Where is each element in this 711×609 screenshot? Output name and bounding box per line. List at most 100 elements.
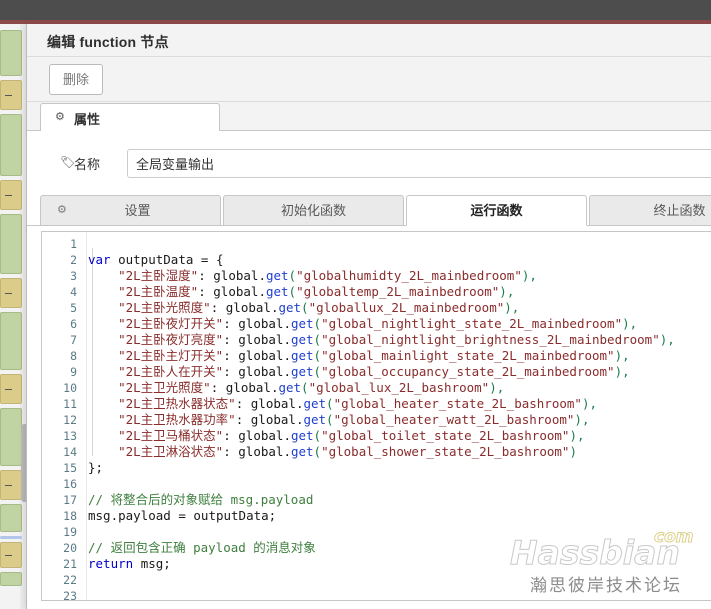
- line-number: 4: [70, 285, 77, 299]
- line-number: 7: [70, 333, 77, 347]
- code-line: var outputData = {: [88, 252, 224, 268]
- line-number: 6: [70, 317, 77, 331]
- dialog-body: 🏷 名称 ⚙ 设置 初始化函数 运行函数 终止函数: [27, 131, 711, 609]
- code-token: "2L主卧人在开关": [118, 364, 224, 379]
- code-token: (: [313, 332, 322, 347]
- code-token: "global_occupancy_state_2L_mainbedroom": [321, 364, 615, 379]
- code-line: };: [88, 460, 103, 476]
- code-token: :: [223, 348, 239, 363]
- code-line: "2L主卫热水器功率": global.get("global_heater_w…: [88, 412, 589, 428]
- code-token: ): [569, 428, 577, 443]
- code-line: "2L主卧温度": global.get("globaltemp_2L_main…: [88, 284, 514, 300]
- code-token: get: [303, 396, 327, 411]
- subtab-finalize-function[interactable]: 终止函数: [589, 195, 711, 226]
- flow-node[interactable]: [0, 114, 22, 176]
- code-token: outputData;: [193, 508, 277, 523]
- code-token: "2L主卫淋浴状态": [118, 444, 224, 459]
- line-number: 11: [63, 397, 77, 411]
- code-token: (: [288, 284, 297, 299]
- flow-node[interactable]: [0, 180, 22, 210]
- subtab-settings-label: 设置: [124, 203, 151, 218]
- code-line: "2L主卧夜灯开关": global.get("global_nightligh…: [88, 316, 637, 332]
- subtab-init-function[interactable]: 初始化函数: [223, 195, 404, 226]
- code-token: ,: [576, 428, 585, 443]
- code-token: "2L主卫热水器状态": [118, 396, 236, 411]
- code-line: "2L主卧人在开关": global.get("global_occupancy…: [88, 364, 630, 380]
- code-token: ,: [667, 332, 675, 347]
- flow-node[interactable]: [0, 278, 22, 308]
- code-token: payload: [118, 508, 179, 523]
- code-token: :: [223, 332, 239, 347]
- flow-node[interactable]: [0, 214, 22, 274]
- code-token: "2L主卧湿度": [118, 268, 199, 283]
- line-number: 3: [70, 269, 77, 283]
- code-token: .: [283, 444, 291, 459]
- flow-node[interactable]: [0, 408, 22, 466]
- code-token: get: [290, 348, 314, 363]
- code-token: global: [238, 332, 284, 347]
- delete-button[interactable]: 删除: [49, 64, 103, 95]
- code-token: (: [326, 396, 334, 411]
- editor-code-area[interactable]: var outputData = { "2L主卧湿度": global.get(…: [88, 232, 711, 600]
- flow-node[interactable]: [0, 374, 22, 404]
- line-number: 13: [63, 429, 77, 443]
- code-token: get: [265, 284, 289, 299]
- code-token: =: [200, 252, 216, 267]
- code-token: global: [238, 364, 284, 379]
- code-token: :: [235, 412, 251, 427]
- code-token: .: [283, 364, 291, 379]
- node-name-input[interactable]: [127, 149, 711, 178]
- code-line: "2L主卫马桶状态": global.get("global_toilet_st…: [88, 428, 585, 444]
- code-token: get: [290, 332, 314, 347]
- flow-node[interactable]: [0, 470, 22, 500]
- flow-node[interactable]: [0, 30, 22, 76]
- code-token: global: [250, 412, 296, 427]
- code-token: // 返回包含正确 payload 的消息对象: [88, 540, 316, 555]
- code-token: global: [213, 284, 259, 299]
- code-token: ,: [506, 284, 515, 299]
- line-number: 20: [63, 541, 77, 555]
- line-number: 23: [63, 589, 77, 601]
- line-number: 8: [70, 349, 77, 363]
- flow-node[interactable]: [0, 572, 22, 586]
- code-token: "globaltemp_2L_mainbedroom": [296, 284, 500, 299]
- tab-properties[interactable]: ⚙ 属性: [40, 103, 220, 132]
- code-token: .: [283, 332, 291, 347]
- line-number: 19: [63, 525, 77, 539]
- line-number: 17: [63, 493, 77, 507]
- tag-icon: 🏷: [60, 155, 76, 169]
- code-line: "2L主卫光照度": global.get("global_lux_2L_bas…: [88, 380, 504, 396]
- code-token: ,: [622, 348, 630, 363]
- flow-node[interactable]: [0, 504, 22, 532]
- code-line: "2L主卫热水器状态": global.get("global_heater_s…: [88, 396, 597, 412]
- line-number: 12: [63, 413, 77, 427]
- code-token: get: [290, 316, 314, 331]
- code-token: get: [265, 268, 289, 283]
- code-token: get: [290, 364, 314, 379]
- subtab-finalize-function-label: 终止函数: [653, 203, 706, 218]
- code-token: ): [489, 380, 497, 395]
- line-number: 10: [63, 381, 77, 395]
- flow-canvas-background[interactable]: [0, 24, 26, 609]
- flow-node[interactable]: [0, 542, 22, 568]
- code-token: :: [198, 284, 214, 299]
- code-token: :: [210, 300, 226, 315]
- code-token: msg;: [140, 556, 171, 571]
- code-editor[interactable]: 1 2 3 4 5 6 7 8 9 10 11 12 13 14 15 16 17 18 19 20 21 22 23 va…: [41, 231, 711, 601]
- code-token: msg: [88, 508, 111, 523]
- code-token: return: [88, 556, 141, 571]
- code-token: global: [238, 316, 284, 331]
- code-token: (: [301, 300, 309, 315]
- code-token: ,: [511, 300, 520, 315]
- subtab-run-function[interactable]: 运行函数: [406, 195, 587, 226]
- flow-node[interactable]: [0, 80, 22, 110]
- subtab-settings[interactable]: ⚙ 设置: [40, 195, 221, 226]
- code-token: ,: [496, 380, 505, 395]
- code-token: ): [499, 284, 507, 299]
- code-token: :: [223, 364, 239, 379]
- flow-node[interactable]: [0, 312, 22, 370]
- code-token: .: [258, 284, 266, 299]
